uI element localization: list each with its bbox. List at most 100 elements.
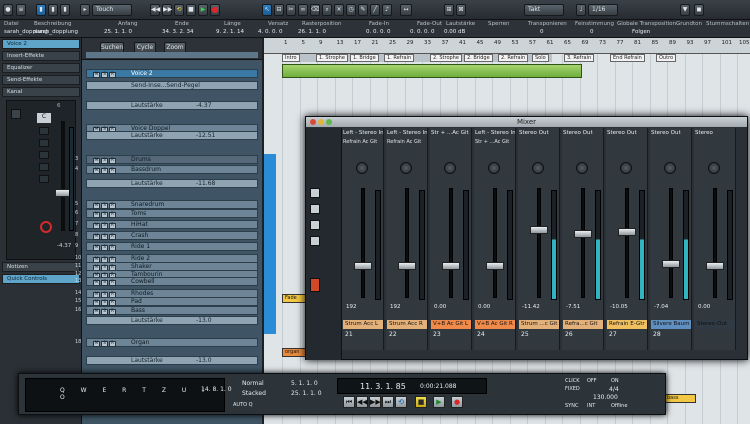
transport-rewind[interactable]: ◀◀	[356, 396, 368, 408]
click-label[interactable]: CLICK	[565, 378, 580, 384]
info-length-value[interactable]: 9. 2. 1. 14	[216, 29, 244, 35]
automation-mode-select[interactable]: Touch	[92, 4, 132, 16]
inspector-quick-controls[interactable]: Quick Controls	[2, 274, 80, 284]
zoom-tool[interactable]: ⌕	[322, 4, 332, 16]
fader-value[interactable]: -11.42	[522, 304, 540, 310]
color-palette-icon[interactable]: ◼	[694, 4, 704, 16]
transport-play[interactable]: ▶	[433, 396, 445, 408]
marker-label[interactable]: 1. Refrain	[384, 54, 415, 62]
track-volume-value[interactable]: -13.0	[196, 357, 212, 364]
inspector-read-button[interactable]	[39, 151, 49, 159]
info-start-value[interactable]: 25. 1. 1. 0	[104, 29, 132, 35]
fader-value[interactable]: 0.00	[698, 304, 710, 310]
mixer-write-all-button[interactable]	[310, 236, 320, 246]
transport-rewind-start[interactable]: ⏮	[343, 396, 355, 408]
transport-forward[interactable]: ▶▶	[369, 396, 381, 408]
auto-quantize-toggle[interactable]: AUTO Q	[233, 402, 253, 408]
track-row[interactable]: Send-Inse...Send-Pegel	[86, 81, 258, 90]
channel-name[interactable]: Refrain E-Gtr	[607, 320, 647, 329]
stop-button[interactable]: ■	[186, 4, 196, 16]
channel-name[interactable]: Stereo-Out	[695, 320, 735, 329]
track-row[interactable]: Lautstärke	[86, 356, 258, 365]
info-snap-value[interactable]: 26. 1. 1. 0	[298, 29, 326, 35]
info-description-value[interactable]: sarah_dopplung	[34, 29, 78, 35]
track-row[interactable]: Lautstärke	[86, 316, 258, 325]
inspector-write-button[interactable]	[39, 163, 49, 171]
marker-label[interactable]: 2. Strophe	[430, 54, 462, 62]
fader-handle[interactable]	[530, 226, 548, 234]
play-button[interactable]: ▶	[198, 4, 208, 16]
pan-knob[interactable]	[444, 162, 456, 174]
audio-event[interactable]: bass	[664, 394, 696, 403]
channel-name[interactable]: V+B Ac Git L	[431, 320, 471, 329]
drum-folder-clip[interactable]	[264, 154, 276, 334]
channel-input-label[interactable]: Stereo Out	[563, 130, 603, 136]
track-row[interactable]: M S R Toms 6	[75, 209, 258, 218]
automation-mode-icon[interactable]: ▸	[80, 4, 90, 16]
channel-name[interactable]: Silvere Baum	[651, 320, 691, 329]
track-row[interactable]: Lautstärke	[86, 131, 258, 140]
read-button[interactable]: R	[109, 223, 116, 229]
inspector-mute-button[interactable]	[39, 127, 49, 135]
draw-tool[interactable]: ✎	[358, 4, 368, 16]
mixer-record-all-button[interactable]	[310, 278, 320, 292]
activate-project-button[interactable]: ●	[3, 4, 13, 16]
channel-insert-label[interactable]	[519, 139, 559, 147]
channel-input-label[interactable]: Left - Stereo In	[343, 130, 383, 136]
pan-knob[interactable]	[488, 162, 500, 174]
mute-button[interactable]: M	[93, 280, 100, 286]
record-position-value[interactable]: 14. 8. 1. 0	[201, 386, 232, 393]
transport-cycle[interactable]: ⟲	[395, 396, 407, 408]
fader-value[interactable]: 0.00	[434, 304, 446, 310]
inspector-insert-effects[interactable]: Insert-Effekte	[2, 51, 80, 61]
mute-button[interactable]: M	[93, 223, 100, 229]
read-button[interactable]: R	[109, 72, 116, 78]
channel-insert-label[interactable]: Str + ...Ac Git	[475, 139, 515, 147]
quantize-select[interactable]: 1/16	[588, 4, 618, 16]
transport-end[interactable]: ⏭	[382, 396, 394, 408]
channel-name[interactable]: Strum Acc R	[387, 320, 427, 329]
info-fadeout-value[interactable]: 0. 0. 0. 0	[410, 29, 435, 35]
inspector-channel[interactable]: Kanal	[2, 87, 80, 97]
virtual-keyboard[interactable]: Q W E R T Z U I O	[25, 378, 225, 412]
infoline-toggle-button[interactable]: ▮	[48, 4, 58, 16]
color-select-button[interactable]: ▼	[680, 4, 690, 16]
fader-handle[interactable]	[486, 262, 504, 270]
close-window-button[interactable]	[310, 119, 316, 125]
channel-input-label[interactable]: Left - Stereo In	[475, 130, 515, 136]
track-volume-value[interactable]: -13.0	[196, 317, 212, 324]
marker-label[interactable]: 1. Strophe	[316, 54, 348, 62]
read-button[interactable]: R	[109, 309, 116, 315]
range-tool[interactable]: ⊟	[274, 4, 284, 16]
track-row[interactable]: Lautstärke	[86, 179, 258, 188]
channel-insert-label[interactable]	[431, 139, 471, 147]
track-list-scroll[interactable]	[86, 52, 258, 58]
line-tool[interactable]: ╱	[370, 4, 380, 16]
inspector-toggle-button[interactable]: ▮	[36, 4, 46, 16]
channel-insert-label[interactable]	[695, 139, 735, 147]
marker-label[interactable]: Solo	[532, 54, 549, 62]
pan-knob[interactable]	[620, 162, 632, 174]
rewind-button[interactable]: ◀◀	[150, 4, 160, 16]
object-selection-tool[interactable]: ↖	[262, 4, 272, 16]
info-volume-value[interactable]: 0.00 dB	[444, 29, 465, 35]
mute-button[interactable]: M	[93, 309, 100, 315]
inspector-send-effects[interactable]: Send-Effekte	[2, 75, 80, 85]
fader-handle[interactable]	[354, 262, 372, 270]
sync-int[interactable]: INT	[587, 403, 595, 409]
fader-handle[interactable]	[574, 230, 592, 238]
mute-button[interactable]: M	[93, 341, 100, 347]
quantize-icon[interactable]: ♩	[576, 4, 586, 16]
mute-button[interactable]: M	[93, 168, 100, 174]
mute-button[interactable]: M	[93, 245, 100, 251]
time-signature[interactable]: 4/4	[609, 386, 619, 393]
channel-input-label[interactable]: Stereo Out	[651, 130, 691, 136]
track-row[interactable]: M S R Pad 15	[75, 297, 258, 306]
inspector-track-name[interactable]: Voice 2	[2, 39, 80, 49]
edit-history-button[interactable]: ≡	[16, 4, 26, 16]
pan-knob[interactable]	[708, 162, 720, 174]
pan-knob[interactable]	[356, 162, 368, 174]
read-button[interactable]: R	[109, 158, 116, 164]
info-global-transpose-value[interactable]: Folgen	[632, 29, 650, 35]
read-button[interactable]: R	[109, 234, 116, 240]
